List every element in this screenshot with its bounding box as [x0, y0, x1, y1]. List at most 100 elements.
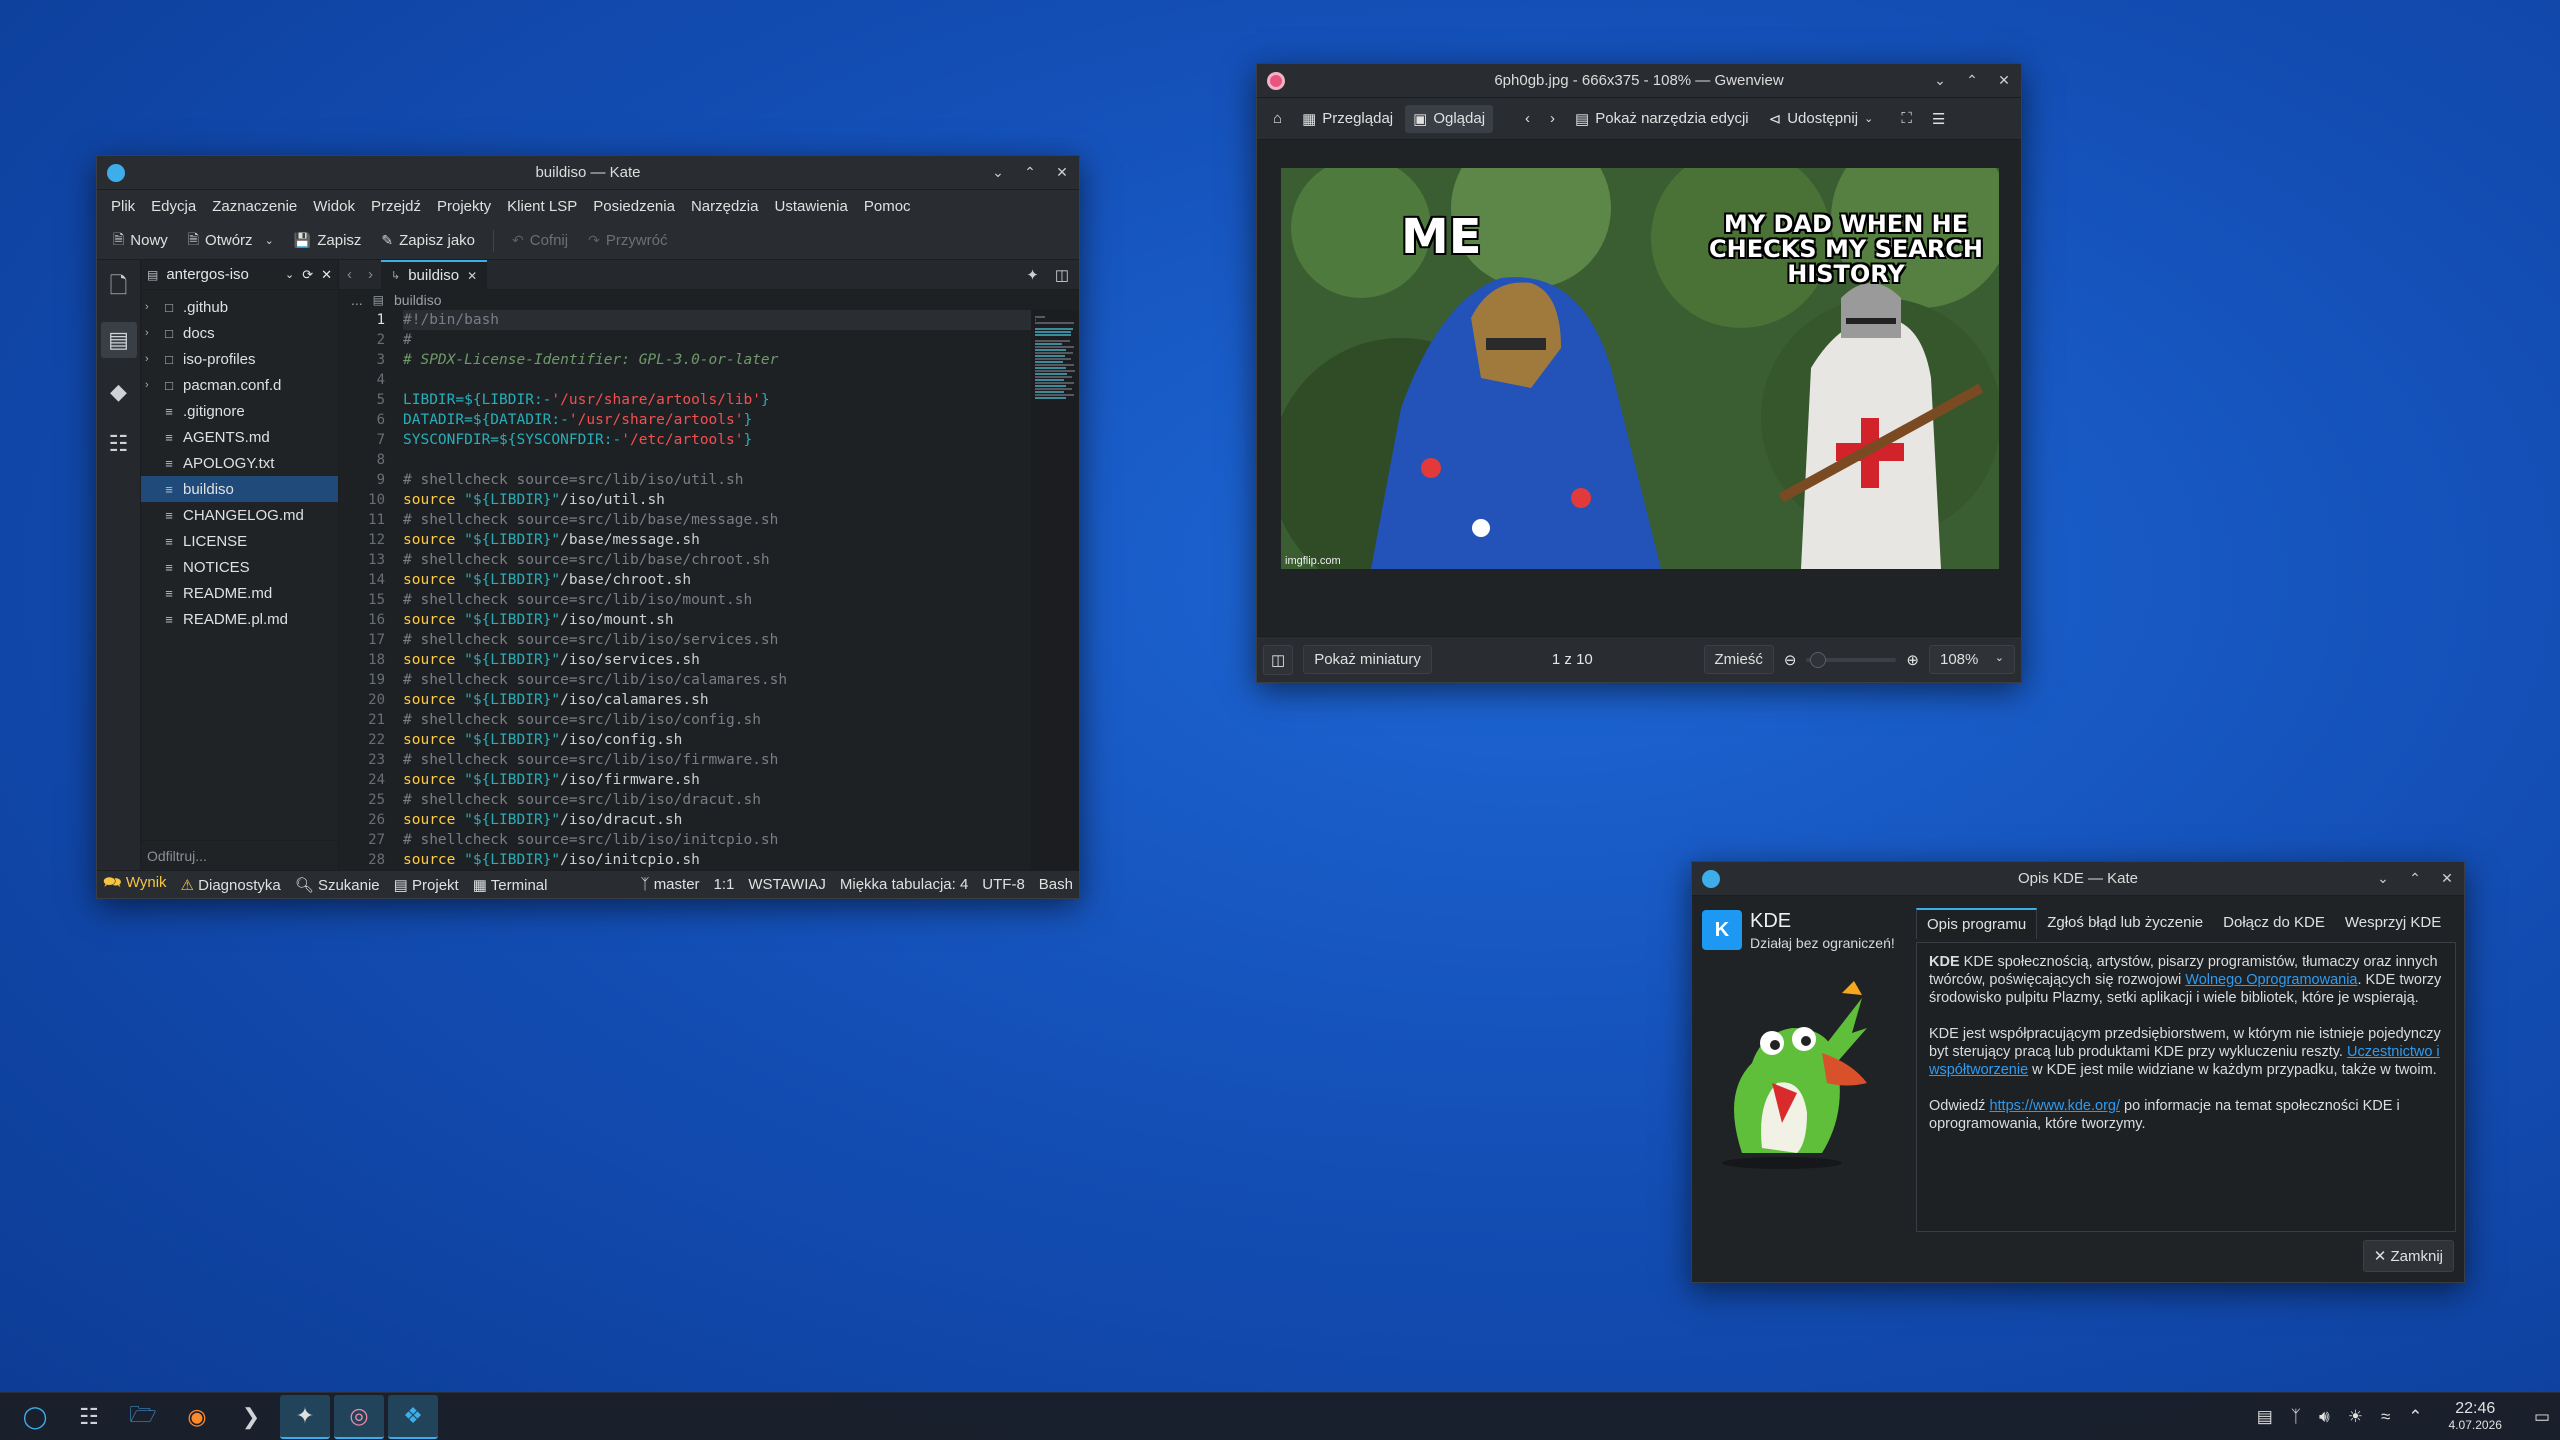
previous-button[interactable]: ‹	[1517, 105, 1538, 132]
code-line[interactable]: # shellcheck source=src/lib/iso/initcpio…	[403, 830, 1031, 850]
show-desktop-icon[interactable]: ▭	[2534, 1407, 2550, 1427]
about-titlebar[interactable]: Opis KDE — Kate ⌄ ⌃ ✕	[1692, 862, 2464, 896]
menu-settings[interactable]: Ustawienia	[766, 198, 855, 215]
output-tab[interactable]: 🗪 Wynik	[103, 872, 167, 897]
code-line[interactable]: source "${LIBDIR}"/base/chroot.sh	[403, 570, 1031, 590]
tab-buildiso[interactable]: ↳ buildiso ✕	[381, 259, 488, 290]
code-line[interactable]: # shellcheck source=src/lib/base/chroot.…	[403, 550, 1031, 570]
menu-tools[interactable]: Narzędzia	[683, 198, 767, 215]
breadcrumb-prefix[interactable]: ...	[351, 292, 363, 308]
next-button[interactable]: ›	[1542, 105, 1563, 132]
gwenview-taskbar-icon[interactable]: ◎	[334, 1394, 384, 1439]
chevron-down-icon[interactable]: ⌄	[285, 268, 294, 281]
view-button[interactable]: ▣ Oglądaj	[1405, 104, 1494, 133]
code-line[interactable]: # shellcheck source=src/lib/base/message…	[403, 510, 1031, 530]
git-client-icon[interactable]: ✦	[280, 1394, 330, 1439]
project-tab[interactable]: ▤ Projekt	[394, 876, 459, 894]
sidebar-toggle-button[interactable]: ◫	[1263, 644, 1294, 675]
symbols-icon[interactable]: ☷	[101, 426, 137, 462]
clock[interactable]: 22:46 4.07.2026	[2449, 1400, 2502, 1433]
hamburger-menu-button[interactable]: ☰	[1924, 105, 1953, 133]
close-button[interactable]: ✕ Zamknij	[2362, 1240, 2454, 1272]
code-line[interactable]: # shellcheck source=src/lib/iso/util.sh	[403, 470, 1031, 490]
close-icon[interactable]: ✕	[2440, 870, 2454, 887]
expand-arrow-icon[interactable]: ›	[145, 327, 155, 339]
code-line[interactable]: source "${LIBDIR}"/iso/initcpio.sh	[403, 850, 1031, 870]
code-line[interactable]: source "${LIBDIR}"/iso/firmware.sh	[403, 770, 1031, 790]
code-line[interactable]: # shellcheck source=src/lib/iso/services…	[403, 630, 1031, 650]
firefox-icon[interactable]: ◉	[172, 1395, 222, 1439]
chevron-down-icon[interactable]: ⌄	[265, 234, 274, 247]
menu-selection[interactable]: Zaznaczenie	[204, 198, 305, 215]
code-line[interactable]: source "${LIBDIR}"/iso/util.sh	[403, 490, 1031, 510]
menu-help[interactable]: Pomoc	[856, 198, 919, 215]
breadcrumb-file[interactable]: buildiso	[394, 292, 441, 308]
tray-expand-icon[interactable]: ⌃	[2408, 1407, 2422, 1427]
expand-arrow-icon[interactable]: ›	[145, 379, 155, 391]
file-item[interactable]: ≡ README.pl.md	[141, 606, 338, 632]
new-button[interactable]: 🗎 Nowy	[105, 225, 176, 257]
code-line[interactable]: source "${LIBDIR}"/iso/services.sh	[403, 650, 1031, 670]
code-line[interactable]	[403, 370, 1031, 390]
menu-lsp[interactable]: Klient LSP	[499, 198, 585, 215]
code-line[interactable]: #	[403, 330, 1031, 350]
code-line[interactable]: # shellcheck source=src/lib/iso/dracut.s…	[403, 790, 1031, 810]
code-line[interactable]: # shellcheck source=src/lib/iso/calamare…	[403, 670, 1031, 690]
close-icon[interactable]: ✕	[1055, 164, 1069, 181]
indentation[interactable]: Miękka tabulacja: 4	[840, 876, 968, 893]
share-button[interactable]: ⊲ Udostępnij ⌄	[1761, 105, 1882, 133]
project-selector[interactable]: ▤ antergos-iso ⌄ ⟳ ✕	[141, 260, 338, 290]
encoding[interactable]: UTF-8	[982, 876, 1025, 893]
gwenview-titlebar[interactable]: 6ph0gb.jpg - 666x375 - 108% — Gwenview ⌄…	[1257, 64, 2021, 98]
file-item[interactable]: ≡ README.md	[141, 580, 338, 606]
volume-icon[interactable]: 🔊︎	[2319, 1407, 2330, 1427]
home-button[interactable]: ⌂	[1265, 105, 1290, 132]
code-line[interactable]: # shellcheck source=src/lib/iso/config.s…	[403, 710, 1031, 730]
code-line[interactable]: LIBDIR=${LIBDIR:-'/usr/share/artools/lib…	[403, 390, 1031, 410]
filter-input[interactable]: Odfiltruj...	[141, 840, 338, 870]
folder-item[interactable]: › □ pacman.conf.d	[141, 372, 338, 398]
code-line[interactable]: DATADIR=${DATADIR:-'/usr/share/artools'}	[403, 410, 1031, 430]
file-manager-icon[interactable]: 🗁︎	[118, 1395, 168, 1439]
kate-titlebar[interactable]: buildiso — Kate ⌄ ⌃ ✕	[97, 156, 1079, 190]
project-icon[interactable]: ▤	[100, 322, 137, 358]
code-line[interactable]: SYSCONFDIR=${SYSCONFDIR:-'/etc/artools'}	[403, 430, 1031, 450]
menu-projects[interactable]: Projekty	[429, 198, 499, 215]
zoom-slider[interactable]	[1806, 651, 1897, 668]
save-button[interactable]: 💾 Zapisz	[286, 228, 370, 253]
pin-icon[interactable]: ✦	[1026, 266, 1039, 284]
tab-back-icon[interactable]: ‹	[339, 266, 360, 283]
undo-button[interactable]: ↶ Cofnij	[504, 228, 576, 253]
image-view[interactable]: ME MY DAD WHEN HE CHECKS MY SEARCH HISTO…	[1257, 141, 2021, 636]
brightness-icon[interactable]: ☀	[2348, 1407, 2363, 1427]
input-mode[interactable]: WSTAWIAJ	[748, 876, 826, 893]
git-icon[interactable]: ◆	[101, 374, 137, 410]
cursor-position[interactable]: 1:1	[714, 876, 735, 893]
tab-forward-icon[interactable]: ›	[360, 266, 381, 283]
search-tab[interactable]: 🔍︎ Szukanie	[295, 876, 380, 894]
file-item[interactable]: ≡ .gitignore	[141, 398, 338, 424]
minimize-icon[interactable]: ⌄	[2376, 870, 2390, 887]
file-item[interactable]: ≡ AGENTS.md	[141, 424, 338, 450]
documents-icon[interactable]: 🗋	[101, 270, 137, 306]
fullscreen-button[interactable]: ⛶	[1893, 105, 1920, 132]
code-line[interactable]: # SPDX-License-Identifier: GPL-3.0-or-la…	[403, 350, 1031, 370]
tab-join[interactable]: Dołącz do KDE	[2213, 908, 2335, 939]
app-launcher-icon[interactable]: ◯	[10, 1395, 60, 1439]
code-line[interactable]: source "${LIBDIR}"/iso/calamares.sh	[403, 690, 1031, 710]
code-view[interactable]: 1 2 3 4 5 6 7 8 9 10 11 12 13 14 15 16 17 18 19 20 21 22 23 24 2…	[339, 310, 1079, 870]
close-tab-icon[interactable]: ✕	[467, 269, 477, 283]
terminal-tab[interactable]: ▦ Terminal	[473, 876, 548, 894]
network-icon[interactable]: ≈	[2381, 1407, 2390, 1427]
code-line[interactable]: source "${LIBDIR}"/base/message.sh	[403, 530, 1031, 550]
system-settings-icon[interactable]: ☷	[64, 1395, 114, 1439]
clipboard-icon[interactable]: ▤	[2257, 1407, 2273, 1427]
code-line[interactable]: # shellcheck source=src/lib/iso/firmware…	[403, 750, 1031, 770]
minimize-icon[interactable]: ⌄	[1933, 72, 1947, 89]
close-icon[interactable]: ✕	[1997, 72, 2011, 89]
syntax-mode[interactable]: Bash	[1039, 876, 1073, 893]
file-item[interactable]: ≡ buildiso	[141, 476, 338, 502]
menu-file[interactable]: Plik	[103, 198, 143, 215]
menu-view[interactable]: Widok	[305, 198, 363, 215]
folder-item[interactable]: › □ .github	[141, 294, 338, 320]
